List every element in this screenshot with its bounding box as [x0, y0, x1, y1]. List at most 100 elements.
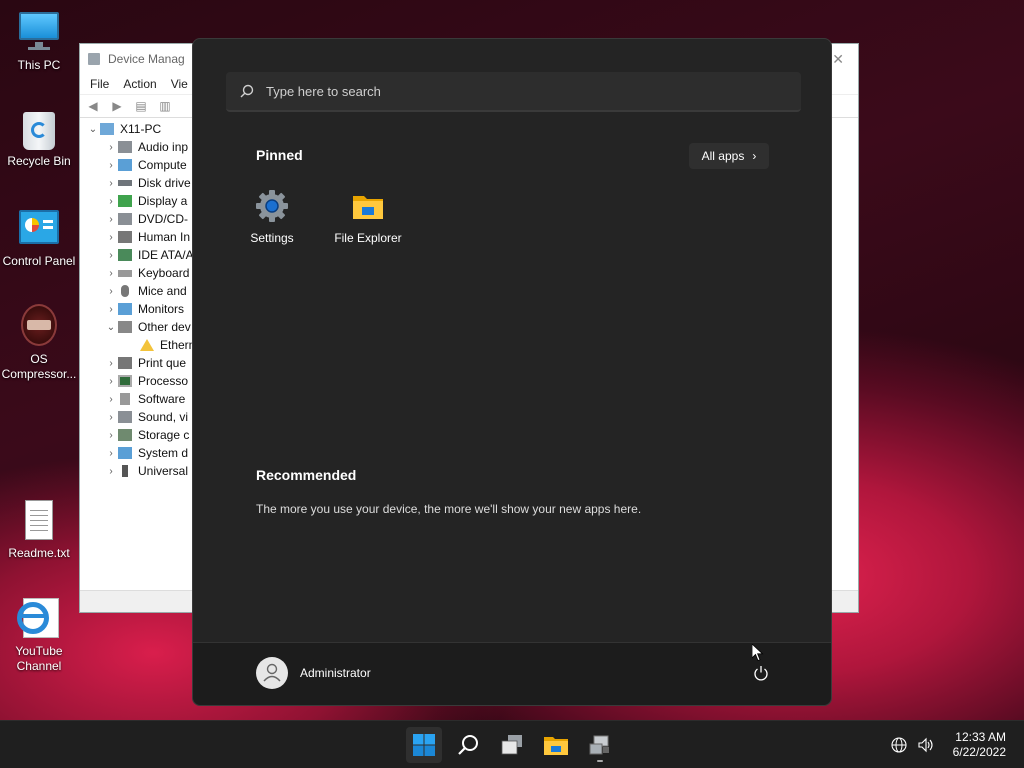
menu-file[interactable]: File	[90, 77, 109, 91]
recommended-heading: Recommended	[256, 467, 357, 483]
chevron-right-icon[interactable]: ›	[104, 160, 118, 171]
mouse-icon	[121, 285, 129, 297]
menu-action[interactable]: Action	[123, 77, 156, 91]
folder-icon	[351, 189, 385, 223]
start-icon	[413, 734, 435, 756]
computer-icon	[118, 159, 132, 171]
chevron-right-icon: ›	[752, 149, 757, 163]
desktop-icon-label: Control Panel	[2, 254, 76, 268]
taskbar-device-manager[interactable]	[582, 727, 618, 763]
pinned-app-file-explorer[interactable]: File Explorer	[323, 189, 413, 245]
desktop-icon-label: OS Compressor...	[1, 352, 77, 381]
close-icon[interactable]: ✕	[832, 51, 844, 68]
computer-icon	[100, 123, 114, 135]
gear-icon	[255, 189, 289, 223]
desktop-icon-os-compressor[interactable]: OS Compressor...	[0, 304, 78, 382]
tree-item-label: Universal	[138, 464, 189, 478]
volume-icon[interactable]	[917, 737, 935, 753]
tree-item-label: Ethern	[160, 338, 196, 352]
device-manager-app-icon	[88, 53, 100, 65]
desktop-icon-label: This PC	[17, 58, 61, 72]
chevron-right-icon[interactable]: ›	[104, 376, 118, 387]
taskbar-search-button[interactable]	[450, 727, 486, 763]
chevron-right-icon[interactable]: ›	[104, 178, 118, 189]
start-button[interactable]	[406, 727, 442, 763]
chevron-right-icon[interactable]: ›	[104, 286, 118, 297]
tree-item-label: Sound, vi	[138, 410, 189, 424]
start-menu: Type here to search Pinned All apps › Se…	[192, 38, 832, 706]
chevron-right-icon[interactable]: ›	[104, 214, 118, 225]
device-manager-icon	[589, 735, 609, 755]
system-icon	[118, 447, 132, 459]
tree-item-label: Other dev	[138, 320, 191, 334]
user-account-button[interactable]: Administrator	[256, 657, 371, 689]
taskbar-file-explorer[interactable]	[538, 727, 574, 763]
tree-item-label: Audio inp	[138, 140, 189, 154]
ide-icon	[118, 249, 132, 261]
recycle-bin-icon	[17, 106, 61, 150]
chevron-right-icon[interactable]: ›	[104, 196, 118, 207]
audio-icon	[118, 141, 132, 153]
monitor-icon	[17, 10, 61, 54]
tree-item-label: IDE ATA/A	[138, 248, 194, 262]
desktop-icon-readme[interactable]: Readme.txt	[0, 498, 78, 561]
chevron-right-icon[interactable]: ›	[104, 448, 118, 459]
tree-item-label: Storage c	[138, 428, 190, 442]
tree-item-label: Human In	[138, 230, 191, 244]
desktop-icon-label: YouTube Channel	[15, 644, 63, 673]
desktop-icon-recycle-bin[interactable]: Recycle Bin	[0, 106, 78, 169]
chevron-right-icon[interactable]: ›	[104, 268, 118, 279]
desktop-icon-label: Readme.txt	[8, 546, 70, 560]
desktop-icon-label: Recycle Bin	[7, 154, 71, 168]
chevron-right-icon[interactable]: ›	[104, 304, 118, 315]
device-manager-title: Device Manag	[108, 52, 185, 66]
pinned-app-settings[interactable]: Settings	[227, 189, 317, 245]
back-arrow-icon[interactable]: ◀	[84, 98, 102, 114]
tree-root-label: X11-PC	[120, 122, 162, 136]
chevron-right-icon[interactable]: ›	[104, 430, 118, 441]
task-view-icon	[501, 735, 522, 755]
sound-icon	[118, 411, 132, 423]
chevron-right-icon[interactable]: ›	[104, 142, 118, 153]
tree-item-label: Mice and	[138, 284, 187, 298]
mouse-cursor-icon	[752, 644, 764, 662]
search-input[interactable]: Type here to search	[226, 72, 801, 112]
tree-item-label: Print que	[138, 356, 187, 370]
clock[interactable]: 12:33 AM 6/22/2022	[953, 730, 1006, 760]
chevron-right-icon[interactable]: ›	[104, 232, 118, 243]
pinned-app-label: Settings	[250, 231, 294, 245]
file-explorer-icon	[544, 737, 568, 755]
system-tray: 12:33 AM 6/22/2022	[891, 730, 1006, 760]
dvd-icon	[118, 213, 132, 225]
tree-item-label: Disk drive	[138, 176, 191, 190]
all-apps-button[interactable]: All apps ›	[689, 143, 769, 169]
network-icon[interactable]	[891, 737, 907, 753]
task-view-button[interactable]	[494, 727, 530, 763]
tree-item-label: Monitors	[138, 302, 185, 316]
chevron-right-icon[interactable]: ›	[104, 466, 118, 477]
search-icon	[458, 735, 478, 755]
desktop-icon-control-panel[interactable]: Control Panel	[0, 206, 78, 269]
chevron-right-icon[interactable]: ›	[104, 394, 118, 405]
clock-date: 6/22/2022	[952, 745, 1006, 759]
text-file-icon	[17, 498, 61, 542]
desktop-icon-this-pc[interactable]: This PC	[0, 10, 78, 73]
chevron-down-icon[interactable]: ⌄	[104, 322, 118, 333]
software-icon	[120, 393, 130, 405]
forward-arrow-icon[interactable]: ▶	[108, 98, 126, 114]
recommended-empty-text: The more you use your device, the more w…	[256, 502, 642, 516]
tree-item-label: Processo	[138, 374, 189, 388]
menu-view[interactable]: Vie	[171, 77, 188, 91]
chevron-right-icon[interactable]: ›	[104, 250, 118, 261]
chevron-right-icon[interactable]: ›	[104, 358, 118, 369]
properties-icon[interactable]: ▤	[132, 98, 150, 114]
storage-icon	[118, 429, 132, 441]
running-indicator	[597, 760, 603, 762]
list-icon[interactable]: ▥	[156, 98, 174, 114]
chevron-right-icon[interactable]: ›	[104, 412, 118, 423]
tree-item-label: Display a	[138, 194, 188, 208]
desktop-icon-youtube-channel[interactable]: YouTube Channel	[0, 596, 78, 674]
usb-icon	[122, 465, 128, 477]
chevron-down-icon[interactable]: ⌄	[86, 124, 100, 135]
power-icon[interactable]	[753, 665, 769, 681]
